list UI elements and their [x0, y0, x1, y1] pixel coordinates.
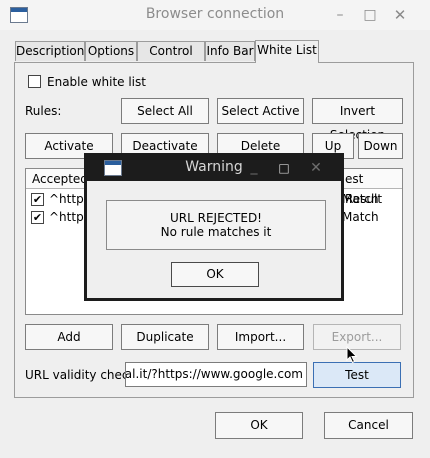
tab-info-bar[interactable]: Info Bar	[205, 41, 255, 61]
test-result-text: Match	[342, 192, 379, 206]
enable-whitelist-checkbox[interactable]	[28, 75, 41, 88]
row-checkbox[interactable]: ✔	[31, 211, 44, 224]
tab-control-bar[interactable]: Control Bar	[137, 41, 205, 77]
tab-options[interactable]: Options	[85, 41, 137, 61]
dialog-minimize-icon[interactable]: _	[244, 157, 264, 177]
row-checkbox[interactable]: ✔	[31, 193, 44, 206]
ok-button[interactable]: OK	[215, 412, 303, 439]
test-button[interactable]: Test	[313, 362, 401, 388]
message-line-1: URL REJECTED!	[169, 211, 262, 225]
dialog-title: Warning	[185, 159, 243, 175]
duplicate-button[interactable]: Duplicate	[121, 324, 209, 350]
invert-selection-button[interactable]: Invert Selection	[312, 98, 403, 142]
mouse-cursor-icon	[346, 346, 358, 364]
import-button[interactable]: Import...	[217, 324, 304, 350]
select-all-button[interactable]: Select All	[121, 98, 209, 124]
cancel-button[interactable]: Cancel	[324, 412, 413, 439]
message-frame: URL REJECTED! No rule matches it	[106, 200, 326, 250]
url-check-input[interactable]: eal.it/?https://www.google.com	[125, 362, 307, 387]
select-active-button[interactable]: Select Active	[217, 98, 304, 124]
dialog-maximize-icon[interactable]: □	[274, 158, 294, 178]
url-check-label: URL validity check	[25, 368, 136, 382]
warning-dialog: Warning _ □ ✕ URL REJECTED! No rule matc…	[84, 153, 344, 301]
tab-white-list[interactable]: White List	[255, 40, 319, 63]
tab-description[interactable]: Description	[15, 41, 85, 61]
url-check-value: eal.it/?https://www.google.com	[125, 367, 303, 381]
add-button[interactable]: Add	[25, 324, 113, 350]
column-header-accepted[interactable]: Accepted	[26, 169, 88, 189]
window-titlebar[interactable]: Browser connection – □ ✕	[0, 0, 430, 30]
close-icon[interactable]: ✕	[390, 5, 410, 25]
maximize-icon[interactable]: □	[360, 5, 380, 25]
rules-label: Rules:	[25, 104, 62, 118]
enable-whitelist-label: Enable white list	[47, 75, 146, 89]
minimize-icon[interactable]: –	[330, 5, 350, 25]
message-line-2: No rule matches it	[160, 225, 272, 239]
column-header-test-result[interactable]: est Result	[342, 169, 402, 206]
test-result-text: Match	[342, 210, 379, 224]
dialog-ok-button[interactable]: OK	[171, 262, 259, 287]
dialog-body: URL REJECTED! No rule matches it OK	[87, 181, 341, 298]
down-button[interactable]: Down	[358, 133, 403, 159]
dialog-close-icon[interactable]: ✕	[306, 158, 326, 178]
